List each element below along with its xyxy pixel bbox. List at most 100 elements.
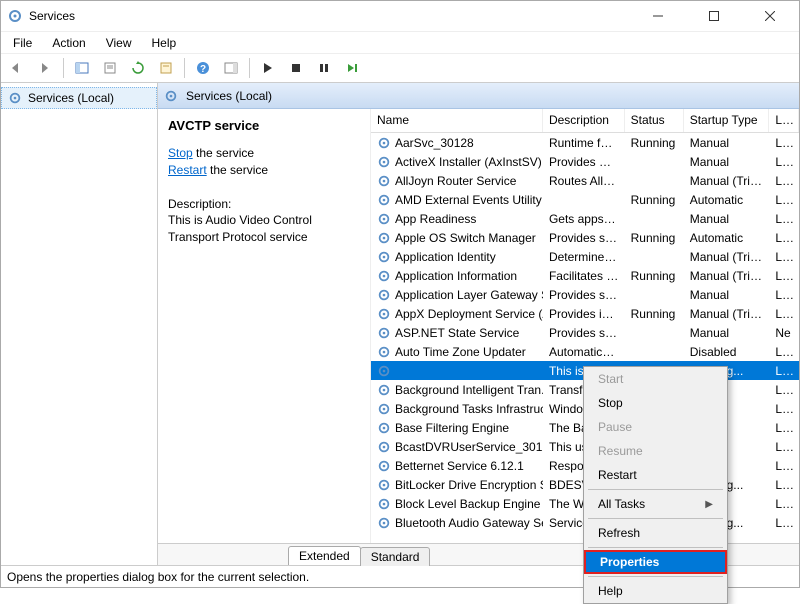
service-row[interactable]: AppX Deployment Service (A...Provides in… (371, 304, 799, 323)
ctx-separator (588, 547, 723, 548)
ctx-properties[interactable]: Properties (584, 550, 727, 574)
service-logon: Loc (769, 155, 799, 169)
show-hide-pane-button[interactable] (70, 56, 94, 80)
service-name: Auto Time Zone Updater (395, 345, 526, 359)
detail-pane: AVCTP service Stop the service Restart t… (158, 109, 370, 543)
tab-standard[interactable]: Standard (360, 547, 431, 566)
service-gear-icon (377, 307, 391, 321)
submenu-arrow-icon: ▶ (705, 499, 713, 510)
stop-link[interactable]: Stop (168, 146, 193, 160)
service-name: Background Tasks Infrastruc... (395, 402, 543, 416)
service-row[interactable]: Apple OS Switch ManagerProvides sup...Ru… (371, 228, 799, 247)
service-description: Facilitates th... (543, 269, 625, 283)
service-logon: Loc (769, 174, 799, 188)
service-gear-icon (377, 478, 391, 492)
ctx-stop[interactable]: Stop (584, 391, 727, 415)
maximize-button[interactable] (691, 2, 737, 30)
toolbar-divider (184, 58, 185, 78)
service-row[interactable]: AarSvc_30128Runtime for ...RunningManual… (371, 133, 799, 152)
service-logon: Loc (769, 478, 799, 492)
menu-help[interactable]: Help (144, 34, 185, 52)
ctx-help[interactable]: Help (584, 579, 727, 603)
service-row[interactable]: Application Layer Gateway S...Provides s… (371, 285, 799, 304)
ctx-resume[interactable]: Resume (584, 439, 727, 463)
service-name: Apple OS Switch Manager (395, 231, 536, 245)
service-name: App Readiness (395, 212, 476, 226)
col-name[interactable]: Name (371, 109, 543, 132)
export-list-button[interactable] (98, 56, 122, 80)
minimize-button[interactable] (635, 2, 681, 30)
service-logon: Ne (769, 326, 799, 340)
refresh-button[interactable] (126, 56, 150, 80)
titlebar: Services (1, 1, 799, 31)
service-row[interactable]: AMD External Events UtilityRunningAutoma… (371, 190, 799, 209)
service-logon: Loc (769, 421, 799, 435)
ctx-pause[interactable]: Pause (584, 415, 727, 439)
forward-button[interactable] (33, 56, 57, 80)
svg-text:?: ? (200, 64, 206, 75)
service-row[interactable]: AllJoyn Router ServiceRoutes AllJo...Man… (371, 171, 799, 190)
properties-button[interactable] (154, 56, 178, 80)
ctx-properties-label: Properties (600, 555, 659, 569)
col-startup[interactable]: Startup Type (684, 109, 770, 132)
service-name: AppX Deployment Service (A... (395, 307, 543, 321)
service-row[interactable]: Application Information Facilitates th...… (371, 266, 799, 285)
tab-extended[interactable]: Extended (288, 546, 361, 565)
stop-service-button[interactable] (284, 56, 308, 80)
service-name: ActiveX Installer (AxInstSV) (395, 155, 542, 169)
service-startup: Manual (Trigg... (684, 174, 770, 188)
service-description: Provides sup... (543, 288, 625, 302)
context-menu: Start Stop Pause Resume Restart All Task… (583, 366, 728, 604)
ctx-all-tasks[interactable]: All Tasks▶ (584, 492, 727, 516)
close-button[interactable] (747, 2, 793, 30)
help-button[interactable]: ? (191, 56, 215, 80)
tree-item-services-local[interactable]: Services (Local) (1, 87, 157, 109)
pause-service-button[interactable] (312, 56, 336, 80)
service-gear-icon (377, 212, 391, 226)
ctx-refresh[interactable]: Refresh (584, 521, 727, 545)
service-logon: Loc (769, 364, 799, 378)
menu-file[interactable]: File (5, 34, 40, 52)
service-startup: Disabled (684, 345, 770, 359)
ctx-restart[interactable]: Restart (584, 463, 727, 487)
service-heading: AVCTP service (168, 117, 360, 135)
service-description: Provides infr... (543, 307, 625, 321)
service-startup: Manual (Trigg... (684, 250, 770, 264)
col-description[interactable]: Description (543, 109, 625, 132)
col-status[interactable]: Status (625, 109, 684, 132)
back-button[interactable] (5, 56, 29, 80)
service-gear-icon (377, 383, 391, 397)
menu-view[interactable]: View (98, 34, 140, 52)
restart-link[interactable]: Restart (168, 163, 207, 177)
description-label: Description: (168, 196, 360, 213)
services-gear-icon (8, 91, 22, 105)
menu-action[interactable]: Action (44, 34, 93, 52)
service-description: Routes AllJo... (543, 174, 625, 188)
service-row[interactable]: Application IdentityDetermines ...Manual… (371, 247, 799, 266)
service-status: Running (625, 269, 684, 283)
service-logon: Loc (769, 383, 799, 397)
ctx-start[interactable]: Start (584, 367, 727, 391)
service-gear-icon (377, 288, 391, 302)
service-row[interactable]: Auto Time Zone UpdaterAutomaticall...Dis… (371, 342, 799, 361)
service-row[interactable]: App ReadinessGets apps re...ManualLoc (371, 209, 799, 228)
service-logon: Loc (769, 497, 799, 511)
service-status: Running (625, 307, 684, 321)
service-row[interactable]: ASP.NET State ServiceProvides sup...Manu… (371, 323, 799, 342)
start-service-button[interactable] (256, 56, 280, 80)
restart-service-button[interactable] (340, 56, 364, 80)
col-logon[interactable]: Log On As (769, 109, 799, 132)
service-description: Provides sup... (543, 231, 625, 245)
service-description: Runtime for ... (543, 136, 625, 150)
action-pane-button[interactable] (219, 56, 243, 80)
service-name: ASP.NET State Service (395, 326, 519, 340)
service-name: Application Information (395, 269, 517, 283)
service-name: AarSvc_30128 (395, 136, 474, 150)
tree-item-label: Services (Local) (28, 91, 114, 105)
stop-suffix: the service (193, 146, 254, 160)
service-name: Application Identity (395, 250, 496, 264)
service-gear-icon (377, 421, 391, 435)
service-row[interactable]: ActiveX Installer (AxInstSV)Provides Use… (371, 152, 799, 171)
service-gear-icon (377, 459, 391, 473)
restart-line: Restart the service (168, 162, 360, 179)
